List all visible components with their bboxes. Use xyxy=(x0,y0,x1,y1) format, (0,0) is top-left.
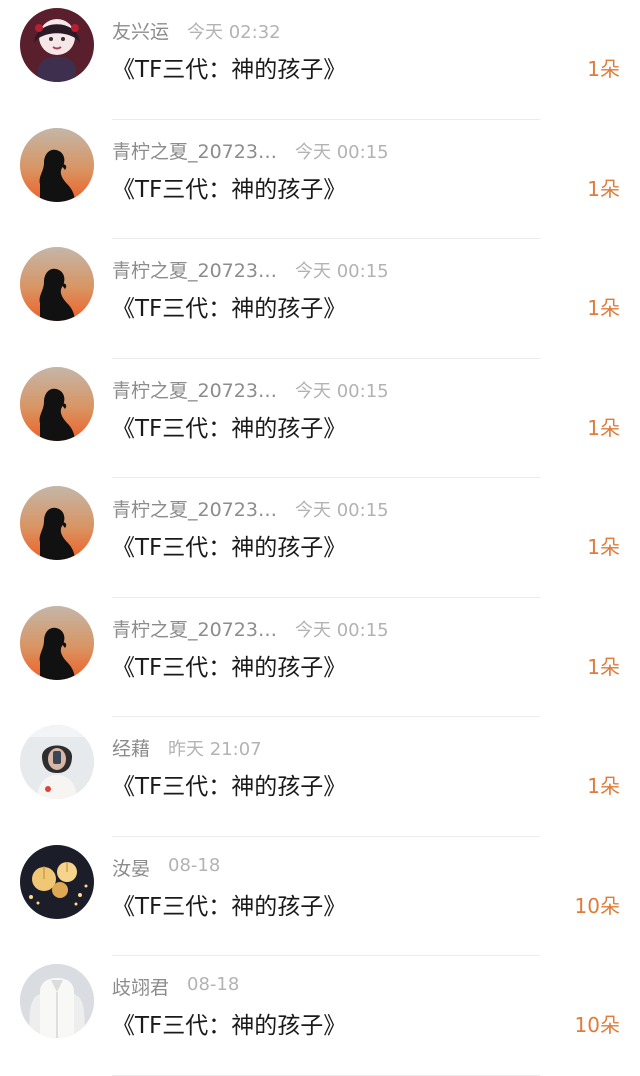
gift-record-row[interactable]: 汝晏 08-18 《TF三代：神的孩子》 10朵 xyxy=(0,837,640,956)
gift-amount: 1朵 xyxy=(587,296,620,320)
row-divider xyxy=(112,1074,540,1076)
book-title[interactable]: 《TF三代：神的孩子》 xyxy=(112,170,346,204)
gift-record-row[interactable]: 歧翊君 08-18 《TF三代：神的孩子》 10朵 xyxy=(0,956,640,1076)
gift-amount: 1朵 xyxy=(587,415,620,440)
gift-amount: 10朵 xyxy=(574,893,620,918)
user-name[interactable]: 友兴运 xyxy=(112,17,169,44)
gift-amount: 1朵 xyxy=(587,57,620,81)
book-title[interactable]: 《TF三代：神的孩子》 xyxy=(112,409,346,443)
white-shirt-avatar-icon[interactable] xyxy=(20,964,94,1038)
book-title[interactable]: 《TF三代：神的孩子》 xyxy=(112,1006,346,1040)
sunset-silhouette-avatar-icon[interactable] xyxy=(20,605,94,680)
user-name[interactable]: 经藉 xyxy=(112,734,150,761)
gift-record-row[interactable]: 青柠之夏_20723… 今天 00:15 《TF三代：神的孩子》 1朵 xyxy=(0,120,640,239)
gift-record-row[interactable]: 青柠之夏_20723… 今天 00:15 《TF三代：神的孩子》 1朵 xyxy=(0,478,640,598)
gift-record-row[interactable]: 青柠之夏_20723… 今天 00:15 《TF三代：神的孩子》 1朵 xyxy=(0,359,640,478)
timestamp: 今天 00:15 xyxy=(295,619,389,641)
book-title[interactable]: 《TF三代：神的孩子》 xyxy=(112,767,346,801)
gift-record-row[interactable]: 青柠之夏_20723… 今天 00:15 《TF三代：神的孩子》 1朵 xyxy=(0,598,640,717)
timestamp: 昨天 21:07 xyxy=(168,739,262,760)
user-name[interactable]: 歧翊君 xyxy=(112,973,169,1000)
lanterns-avatar-icon[interactable] xyxy=(20,844,94,919)
gift-amount: 10朵 xyxy=(574,1013,620,1037)
book-title[interactable]: 《TF三代：神的孩子》 xyxy=(112,887,346,921)
sunset-silhouette-avatar-icon[interactable] xyxy=(20,127,94,202)
book-title[interactable]: 《TF三代：神的孩子》 xyxy=(112,648,346,682)
timestamp: 今天 00:15 xyxy=(295,380,389,402)
timestamp: 今天 02:32 xyxy=(187,22,281,43)
gift-amount: 1朵 xyxy=(587,654,620,679)
user-name[interactable]: 青柠之夏_20723… xyxy=(112,376,277,403)
gift-amount: 1朵 xyxy=(587,535,620,559)
gift-record-row[interactable]: 友兴运 今天 02:32 《TF三代：神的孩子》 1朵 xyxy=(0,0,640,120)
timestamp: 08-18 xyxy=(187,974,240,995)
sunset-silhouette-avatar-icon[interactable] xyxy=(20,366,94,441)
timestamp: 今天 00:15 xyxy=(295,141,389,163)
user-name[interactable]: 青柠之夏_20723… xyxy=(112,256,277,283)
timestamp: 今天 00:15 xyxy=(295,500,389,521)
book-title[interactable]: 《TF三代：神的孩子》 xyxy=(112,528,346,562)
girl-photo-avatar-icon[interactable] xyxy=(20,725,94,799)
user-name[interactable]: 青柠之夏_20723… xyxy=(112,137,277,164)
user-name[interactable]: 青柠之夏_20723… xyxy=(112,495,277,522)
gift-record-list: 友兴运 今天 02:32 《TF三代：神的孩子》 1朵 青柠之夏_20723… 今天 0… xyxy=(0,0,640,1076)
gift-amount: 1朵 xyxy=(587,176,620,201)
gift-amount: 1朵 xyxy=(587,774,620,798)
sunset-silhouette-avatar-icon[interactable] xyxy=(20,247,94,321)
book-title[interactable]: 《TF三代：神的孩子》 xyxy=(112,50,346,84)
user-name[interactable]: 汝晏 xyxy=(112,854,150,881)
timestamp: 08-18 xyxy=(168,854,221,876)
anime-avatar-icon[interactable] xyxy=(20,8,94,82)
gift-record-row[interactable]: 经藉 昨天 21:07 《TF三代：神的孩子》 1朵 xyxy=(0,717,640,837)
gift-record-row[interactable]: 青柠之夏_20723… 今天 00:15 《TF三代：神的孩子》 1朵 xyxy=(0,239,640,359)
user-name[interactable]: 青柠之夏_20723… xyxy=(112,615,277,642)
book-title[interactable]: 《TF三代：神的孩子》 xyxy=(112,289,346,323)
sunset-silhouette-avatar-icon[interactable] xyxy=(20,486,94,560)
timestamp: 今天 00:15 xyxy=(295,261,389,282)
